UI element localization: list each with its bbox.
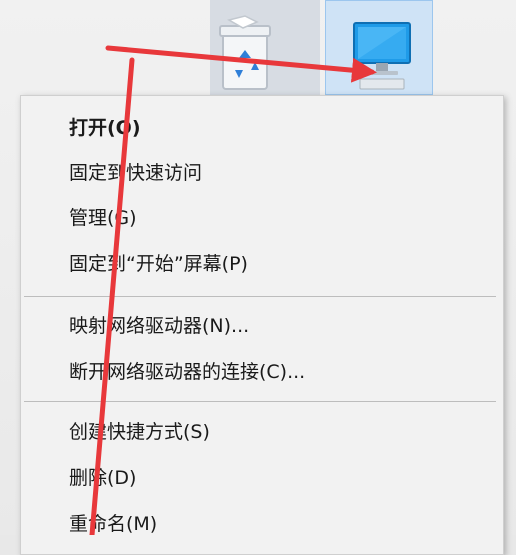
menu-item-disconnect-network-drive[interactable]: 断开网络驱动器的连接(C)...: [69, 352, 305, 392]
this-pc-icon: [353, 22, 411, 90]
menu-item-open[interactable]: 打开(O): [69, 108, 141, 148]
menu-item-delete[interactable]: 删除(D): [69, 458, 136, 498]
recycle-bin-desktop-icon[interactable]: [210, 0, 320, 95]
menu-item-rename[interactable]: 重命名(M): [69, 504, 157, 544]
menu-item-pin-start[interactable]: 固定到“开始”屏幕(P): [69, 244, 248, 284]
this-pc-desktop-icon[interactable]: [325, 0, 433, 95]
menu-item-map-network-drive[interactable]: 映射网络驱动器(N)...: [69, 306, 249, 346]
context-menu: 打开(O) 固定到快速访问 管理(G) 固定到“开始”屏幕(P) 映射网络驱动器…: [20, 95, 504, 555]
menu-item-manage[interactable]: 管理(G): [69, 198, 137, 238]
recycle-bin-icon: [219, 15, 271, 90]
menu-separator: [24, 296, 496, 297]
menu-item-pin-quick-access[interactable]: 固定到快速访问: [69, 153, 202, 193]
menu-separator: [24, 401, 496, 402]
menu-item-create-shortcut[interactable]: 创建快捷方式(S): [69, 412, 210, 452]
